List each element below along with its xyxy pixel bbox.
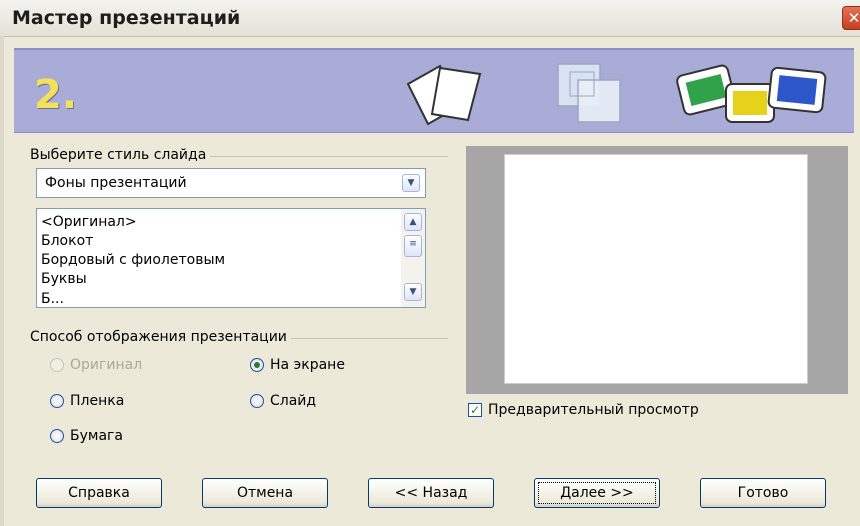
radio-screen[interactable]: На экране	[250, 357, 345, 373]
step-number: 2.	[34, 72, 78, 118]
radio-original[interactable]: Оригинал	[50, 357, 142, 373]
list-item[interactable]: Б...	[41, 290, 64, 307]
cancel-button[interactable]: Отмена	[202, 478, 328, 508]
window-titlebar: Мастер презентаций ✕	[0, 0, 860, 37]
slide-style-list[interactable]: <Оригинал> Блокот Бордовый с фиолетовым …	[36, 208, 426, 308]
radio-paper[interactable]: Бумага	[50, 428, 123, 444]
scroll-up-icon[interactable]: ▲	[404, 213, 422, 231]
radio-original-label: Оригинал	[70, 357, 143, 373]
scroll-thumb[interactable]: ≡	[404, 235, 422, 257]
scroll-down-icon[interactable]: ▼	[404, 283, 422, 301]
radio-film[interactable]: Пленка	[50, 393, 124, 409]
radio-slide[interactable]: Слайд	[250, 393, 316, 409]
wizard-banner: 2.	[14, 48, 854, 133]
preview-checkbox-row[interactable]: ✓ Предварительный просмотр	[468, 402, 699, 418]
list-item[interactable]: Блокот	[41, 232, 93, 250]
next-button[interactable]: Далее >>	[534, 478, 660, 508]
chevron-down-icon[interactable]: ▼	[402, 174, 420, 192]
slide-preview	[504, 154, 808, 384]
radio-slide-label: Слайд	[270, 393, 317, 409]
preview-checkbox-label: Предварительный просмотр	[488, 402, 699, 418]
radio-screen-label: На экране	[270, 357, 345, 373]
list-item[interactable]: Бордовый с фиолетовым	[41, 251, 225, 269]
list-item[interactable]: Буквы	[41, 270, 87, 288]
slide-category-value: Фоны презентаций	[45, 175, 187, 191]
radio-film-label: Пленка	[70, 393, 125, 409]
radio-button[interactable]	[50, 358, 64, 372]
slide-preview-frame	[466, 146, 848, 394]
list-item[interactable]: <Оригинал>	[41, 213, 137, 231]
output-group-label: Способ отображения презентации	[30, 329, 291, 345]
blank-slides-icon	[406, 64, 482, 126]
slide-category-combobox[interactable]: Фоны презентаций ▼	[36, 168, 426, 198]
transition-slides-icon	[557, 63, 621, 123]
close-icon[interactable]: ✕	[842, 6, 860, 30]
radio-button[interactable]	[250, 394, 264, 408]
radio-button[interactable]	[250, 358, 264, 372]
radio-paper-label: Бумага	[70, 428, 123, 444]
slide-style-group-label: Выберите стиль слайда	[30, 147, 211, 163]
window-left-border	[0, 36, 4, 526]
radio-button[interactable]	[50, 394, 64, 408]
list-scrollbar[interactable]: ▲ ≡ ▼	[401, 209, 425, 307]
colored-slides-icon	[676, 64, 827, 123]
window-title: Мастер презентаций	[12, 7, 241, 29]
back-button[interactable]: << Назад	[368, 478, 494, 508]
help-button[interactable]: Справка	[36, 478, 162, 508]
preview-checkbox[interactable]: ✓	[468, 403, 482, 417]
radio-button[interactable]	[50, 429, 64, 443]
finish-button[interactable]: Готово	[700, 478, 826, 508]
